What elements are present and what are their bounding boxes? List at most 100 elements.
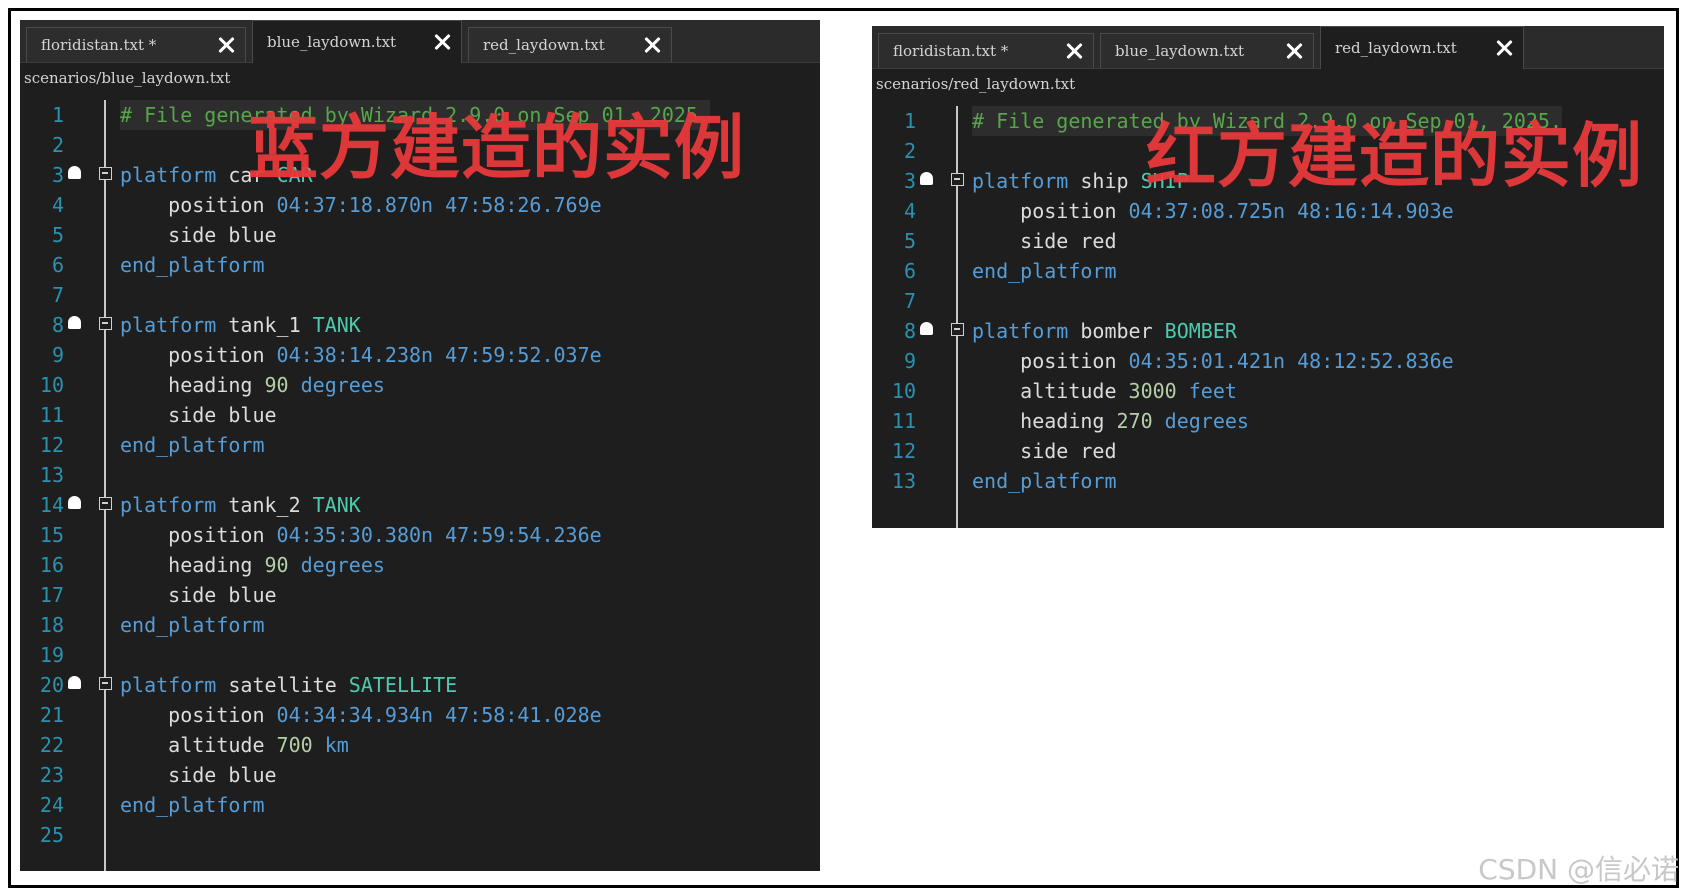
tab-red-laydown[interactable]: red_laydown.txt — [1320, 26, 1524, 69]
code-line: 8 platform tank_1 TANK — [20, 310, 820, 340]
fold-toggle-icon[interactable] — [99, 317, 112, 330]
code-text: position 04:37:18.870n 47:58:26.769e — [120, 193, 602, 217]
file-path-bar: scenarios/blue_laydown.txt — [20, 63, 820, 93]
tab-red-laydown[interactable]: red_laydown.txt — [468, 27, 672, 62]
code-line: 13 end_platform — [872, 466, 1664, 496]
line-number: 21 — [39, 703, 64, 727]
tab-label: floridistan.txt * — [41, 36, 157, 54]
watermark: CSDN @信必诺 — [1478, 853, 1679, 886]
code-text: end_platform — [120, 613, 265, 637]
line-number: 12 — [891, 439, 916, 463]
bookmark-icon[interactable] — [68, 166, 81, 179]
tab-label: floridistan.txt * — [893, 42, 1009, 60]
code-text: end_platform — [972, 259, 1117, 283]
overlay-title: 红方建造的实例 — [1146, 115, 1643, 197]
close-icon[interactable] — [1065, 42, 1083, 60]
line-number: 5 — [51, 223, 64, 247]
fold-toggle-icon[interactable] — [99, 677, 112, 690]
code-text: end_platform — [120, 433, 265, 457]
bookmark-icon[interactable] — [68, 496, 81, 509]
line-number: 1 — [51, 103, 64, 127]
code-line: 14 platform tank_2 TANK — [20, 490, 820, 520]
line-number: 17 — [39, 583, 64, 607]
line-number: 2 — [51, 133, 64, 157]
line-number: 24 — [39, 793, 64, 817]
code-line: 6 end_platform — [20, 250, 820, 280]
line-number: 7 — [51, 283, 64, 307]
fold-toggle-icon[interactable] — [99, 497, 112, 510]
code-text: position 04:38:14.238n 47:59:52.037e — [120, 343, 602, 367]
code-line: 9 position 04:35:01.421n 48:12:52.836e — [872, 346, 1664, 376]
line-number: 6 — [51, 253, 64, 277]
red-laydown-editor: floridistan.txt * blue_laydown.txt red_l… — [872, 26, 1664, 528]
code-text: side blue — [120, 583, 277, 607]
line-number: 13 — [39, 463, 64, 487]
code-text: platform tank_2 TANK — [120, 493, 361, 517]
line-number: 9 — [51, 343, 64, 367]
code-line: 13 — [20, 460, 820, 490]
fold-toggle-icon[interactable] — [951, 323, 964, 336]
line-number: 8 — [51, 313, 64, 337]
code-line: 9 position 04:38:14.238n 47:59:52.037e — [20, 340, 820, 370]
code-text: altitude 3000 feet — [972, 379, 1237, 403]
code-text: end_platform — [120, 793, 265, 817]
fold-toggle-icon[interactable] — [951, 173, 964, 186]
line-number: 3 — [51, 163, 64, 187]
line-number: 20 — [39, 673, 64, 697]
file-path-bar: scenarios/red_laydown.txt — [872, 69, 1664, 99]
code-text: end_platform — [120, 253, 265, 277]
bookmark-icon[interactable] — [920, 322, 933, 335]
code-text: position 04:35:30.380n 47:59:54.236e — [120, 523, 602, 547]
tab-blue-laydown[interactable]: blue_laydown.txt — [1100, 33, 1314, 68]
code-line: 11 side blue — [20, 400, 820, 430]
bookmark-icon[interactable] — [68, 676, 81, 689]
close-icon[interactable] — [433, 33, 451, 51]
line-number: 10 — [891, 379, 916, 403]
code-line: 21 position 04:34:34.934n 47:58:41.028e — [20, 700, 820, 730]
bookmark-icon[interactable] — [68, 316, 81, 329]
code-text: side blue — [120, 223, 277, 247]
code-line: 24 end_platform — [20, 790, 820, 820]
line-number: 22 — [39, 733, 64, 757]
code-line: 5 side blue — [20, 220, 820, 250]
close-icon[interactable] — [643, 36, 661, 54]
file-path: scenarios/red_laydown.txt — [876, 75, 1076, 93]
code-line: 11 heading 270 degrees — [872, 406, 1664, 436]
line-number: 6 — [903, 259, 916, 283]
tab-floridistan[interactable]: floridistan.txt * — [878, 33, 1094, 68]
code-line: 10 heading 90 degrees — [20, 370, 820, 400]
code-line: 19 — [20, 640, 820, 670]
code-text: altitude 700 km — [120, 733, 349, 757]
code-text: side red — [972, 229, 1117, 253]
code-line: 7 — [20, 280, 820, 310]
line-number: 11 — [39, 403, 64, 427]
code-line: 17 side blue — [20, 580, 820, 610]
tab-blue-laydown[interactable]: blue_laydown.txt — [252, 20, 462, 63]
code-area[interactable]: 1 # File generated by Wizard 2.9.0 on Sep… — [20, 100, 820, 871]
code-line: 12 end_platform — [20, 430, 820, 460]
code-text: side blue — [120, 403, 277, 427]
code-text: side red — [972, 439, 1117, 463]
line-number: 5 — [903, 229, 916, 253]
line-number: 4 — [51, 193, 64, 217]
tab-floridistan[interactable]: floridistan.txt * — [26, 27, 246, 62]
line-number: 14 — [39, 493, 64, 517]
close-icon[interactable] — [217, 36, 235, 54]
code-text: position 04:35:01.421n 48:12:52.836e — [972, 349, 1454, 373]
code-line: 22 altitude 700 km — [20, 730, 820, 760]
close-icon[interactable] — [1495, 39, 1513, 57]
overlay-title: 蓝方建造的实例 — [248, 107, 745, 189]
tab-bar: floridistan.txt * blue_laydown.txt red_l… — [872, 26, 1664, 69]
bookmark-icon[interactable] — [920, 172, 933, 185]
line-number: 9 — [903, 349, 916, 373]
line-number: 19 — [39, 643, 64, 667]
code-line: 10 altitude 3000 feet — [872, 376, 1664, 406]
blue-laydown-editor: floridistan.txt * blue_laydown.txt red_l… — [20, 20, 820, 871]
line-number: 1 — [903, 109, 916, 133]
fold-toggle-icon[interactable] — [99, 167, 112, 180]
code-line: 6 end_platform — [872, 256, 1664, 286]
line-number: 12 — [39, 433, 64, 457]
code-line: 20 platform satellite SATELLITE — [20, 670, 820, 700]
close-icon[interactable] — [1285, 42, 1303, 60]
code-line: 4 position 04:37:18.870n 47:58:26.769e — [20, 190, 820, 220]
